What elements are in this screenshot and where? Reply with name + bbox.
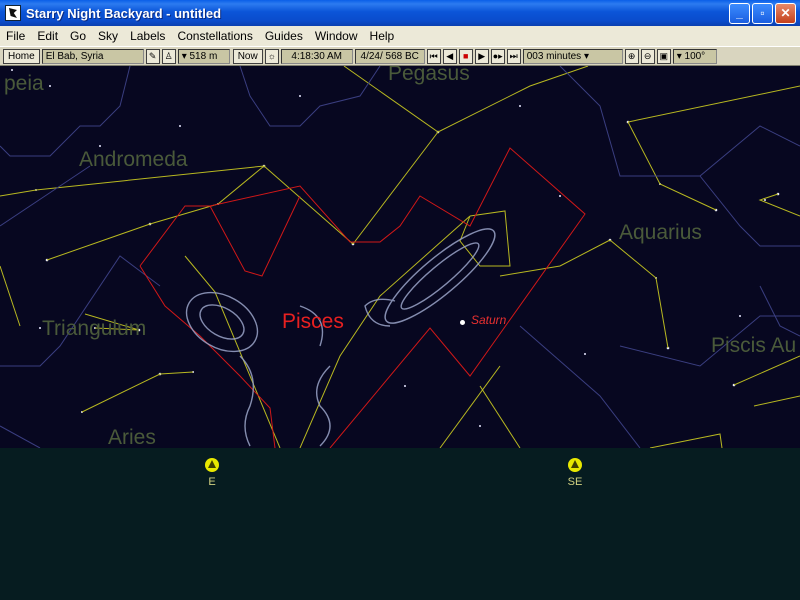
sun-icon[interactable]: ☼ bbox=[264, 48, 279, 64]
step-forward-icon[interactable]: ⏭ bbox=[506, 48, 521, 64]
location-field[interactable]: El Bab, Syria bbox=[41, 48, 144, 64]
menu-guides[interactable]: Guides bbox=[259, 26, 309, 46]
pencil-icon[interactable]: ✎ bbox=[145, 48, 160, 64]
maximize-button[interactable]: ▫ bbox=[752, 2, 773, 24]
stop-icon[interactable]: ■ bbox=[458, 48, 473, 64]
compass-marker-east[interactable]: E bbox=[202, 458, 222, 488]
menu-window[interactable]: Window bbox=[309, 26, 364, 46]
menu-constellations[interactable]: Constellations bbox=[171, 26, 258, 46]
title-bar: Starry Night Backyard - untitled _ ▫ ✕ bbox=[0, 0, 800, 26]
compass-label-southeast: SE bbox=[567, 476, 583, 488]
pisces-boundary bbox=[139, 147, 586, 448]
stars bbox=[11, 69, 780, 427]
star-chart bbox=[0, 66, 800, 448]
elevation-field[interactable]: ▾ 518 m bbox=[177, 48, 230, 64]
constellation-label-triangulum[interactable]: Triangulum bbox=[42, 317, 146, 341]
close-button[interactable]: ✕ bbox=[775, 2, 796, 24]
compass-icon bbox=[205, 458, 219, 472]
pisces-boundary-notch bbox=[209, 195, 301, 277]
toolbar: Home El Bab, Syria ✎ ♙ ▾ 518 m Now ☼ 4:1… bbox=[0, 46, 800, 66]
now-button[interactable]: Now bbox=[232, 48, 263, 64]
field-of-view-select[interactable]: ▾ 100° bbox=[672, 48, 717, 64]
menu-labels[interactable]: Labels bbox=[124, 26, 171, 46]
menu-help[interactable]: Help bbox=[364, 26, 401, 46]
sky-view[interactable]: peia Pegasus Andromeda Aquarius Triangul… bbox=[0, 66, 800, 448]
person-icon[interactable]: ♙ bbox=[161, 48, 176, 64]
menu-file[interactable]: File bbox=[0, 26, 31, 46]
menu-edit[interactable]: Edit bbox=[31, 26, 64, 46]
app-icon bbox=[5, 5, 21, 21]
fast-forward-icon[interactable]: ●▸ bbox=[490, 48, 505, 64]
horizon-ground: E SE bbox=[0, 448, 800, 600]
compass-marker-southeast[interactable]: SE bbox=[565, 458, 585, 488]
grid-lines bbox=[0, 66, 800, 448]
minimize-button[interactable]: _ bbox=[729, 2, 750, 24]
constellation-label-aquarius[interactable]: Aquarius bbox=[619, 221, 702, 245]
zoom-in-icon[interactable]: ⊕ bbox=[624, 48, 639, 64]
zoom-out-icon[interactable]: ⊖ bbox=[640, 48, 655, 64]
menu-go[interactable]: Go bbox=[64, 26, 92, 46]
step-back-icon[interactable]: ⏮ bbox=[426, 48, 441, 64]
constellation-label-aries[interactable]: Aries bbox=[108, 426, 156, 448]
compass-label-east: E bbox=[208, 476, 216, 488]
compass-icon bbox=[568, 458, 582, 472]
play-forward-icon[interactable]: ▶ bbox=[474, 48, 489, 64]
constellation-label-andromeda[interactable]: Andromeda bbox=[79, 148, 188, 172]
home-button[interactable]: Home bbox=[3, 48, 40, 64]
zoom-reset-icon[interactable]: ▣ bbox=[656, 48, 671, 64]
date-field[interactable]: 4/24/ 568 BC bbox=[354, 48, 425, 64]
constellation-label-pisces[interactable]: Pisces bbox=[282, 310, 344, 334]
planet-label-saturn[interactable]: Saturn bbox=[471, 313, 506, 327]
window-title: Starry Night Backyard - untitled bbox=[26, 5, 222, 21]
time-field[interactable]: 4:18:30 AM bbox=[280, 48, 353, 64]
menu-bar: File Edit Go Sky Labels Constellations G… bbox=[0, 26, 800, 46]
constellation-label-cassiopeia[interactable]: peia bbox=[4, 72, 44, 96]
saturn-marker[interactable] bbox=[460, 320, 465, 325]
menu-sky[interactable]: Sky bbox=[92, 26, 124, 46]
constellation-label-pegasus[interactable]: Pegasus bbox=[388, 66, 470, 86]
play-backward-icon[interactable]: ◀ bbox=[442, 48, 457, 64]
time-step-select[interactable]: 003 minutes ▾ bbox=[522, 48, 623, 64]
constellation-label-piscis-austrinus[interactable]: Piscis Au bbox=[711, 334, 796, 358]
constellation-lines bbox=[0, 66, 800, 448]
